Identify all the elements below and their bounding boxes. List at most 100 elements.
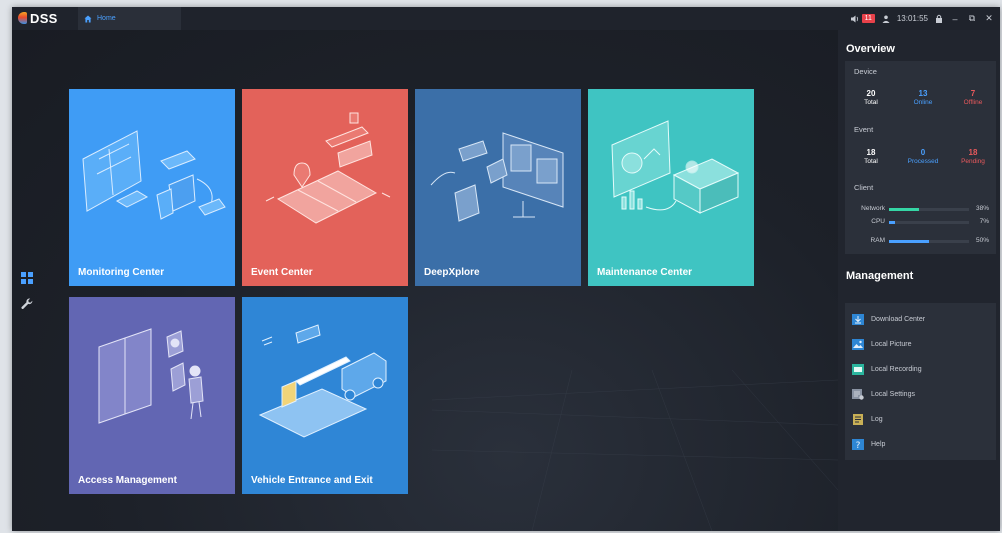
access-illustration-icon	[98, 328, 204, 424]
download-icon	[852, 313, 864, 325]
lock-icon[interactable]	[935, 14, 943, 23]
ram-label: RAM	[870, 237, 885, 244]
cpu-label: CPU	[871, 218, 885, 225]
device-offline-value: 7	[970, 89, 976, 98]
mgmt-item-label: Local Recording	[871, 365, 922, 373]
user-icon[interactable]	[882, 15, 890, 23]
client-title: Client	[854, 183, 874, 192]
main-area: Monitoring Center Event Center DeepXplor…	[12, 30, 838, 531]
event-pending-stat[interactable]: 18 Pending	[953, 148, 993, 165]
tile-label: Monitoring Center	[78, 267, 165, 278]
picture-icon	[852, 338, 864, 350]
overview-box: Device 20 Total 13 Online 7 Offline Even…	[845, 61, 996, 232]
help-icon: ?	[852, 438, 864, 450]
device-total-stat: 20 Total	[851, 89, 891, 106]
management-box: Download Center Local Picture Local Reco…	[845, 303, 996, 460]
svg-text:?: ?	[856, 441, 861, 450]
device-online-stat[interactable]: 13 Online	[903, 89, 943, 106]
titlebar-controls: 11 13:01:55 – ⧉ ✕	[850, 7, 994, 30]
device-title: Device	[854, 67, 877, 76]
tile-deepxplore[interactable]: DeepXplore	[415, 89, 581, 286]
tile-monitoring-center[interactable]: Monitoring Center	[69, 89, 235, 286]
grid-view-icon[interactable]	[21, 272, 33, 284]
tile-label: DeepXplore	[424, 267, 480, 278]
mgmt-item-label: Log	[871, 415, 883, 423]
event-processed-label: Processed	[907, 158, 939, 165]
network-bar	[889, 208, 969, 211]
speaker-icon	[850, 15, 858, 22]
event-total-stat: 18 Total	[851, 148, 891, 165]
restore-icon[interactable]: ⧉	[967, 13, 977, 24]
tile-access-management[interactable]: Access Management	[69, 297, 235, 494]
management-title: Management	[846, 270, 914, 282]
mgmt-item-label: Local Settings	[871, 390, 915, 398]
event-illustration-icon	[265, 112, 391, 224]
event-total-label: Total	[864, 158, 878, 165]
right-panel: Overview Device 20 Total 13 Online 7 Off…	[838, 30, 1000, 531]
ram-bar-fill	[889, 240, 929, 243]
alarm-indicator[interactable]: 11	[850, 14, 875, 23]
device-online-label: Online	[913, 99, 933, 106]
minimize-icon[interactable]: –	[950, 14, 960, 24]
left-sidebar	[12, 30, 42, 531]
event-total-value: 18	[866, 148, 876, 157]
mgmt-item-label: Download Center	[871, 315, 926, 323]
wrench-icon[interactable]	[21, 298, 33, 310]
device-offline-label: Offline	[963, 99, 983, 106]
deepxplore-illustration-icon	[430, 132, 564, 222]
log-icon	[853, 413, 863, 425]
recording-icon	[852, 363, 864, 375]
network-label: Network	[861, 205, 885, 212]
event-processed-stat[interactable]: 0 Processed	[903, 148, 943, 165]
ram-usage-row: RAM 50%	[854, 237, 989, 246]
tile-event-center[interactable]: Event Center	[242, 89, 408, 286]
tile-label: Vehicle Entrance and Exit	[251, 475, 373, 486]
ram-value: 50%	[975, 237, 989, 244]
maintenance-illustration-icon	[611, 120, 740, 214]
tile-vehicle-entrance-exit[interactable]: Vehicle Entrance and Exit	[242, 297, 408, 494]
monitoring-illustration-icon	[82, 130, 226, 220]
tile-maintenance-center[interactable]: Maintenance Center	[588, 89, 754, 286]
close-icon[interactable]: ✕	[984, 13, 994, 24]
tab-home-label: Home	[97, 15, 116, 22]
mgmt-item-label: Help	[871, 440, 886, 448]
home-icon	[84, 15, 92, 22]
network-bar-fill	[889, 208, 920, 211]
cpu-bar	[889, 221, 969, 224]
app-logo: DSS	[18, 10, 58, 26]
mgmt-item-local-picture[interactable]: Local Picture	[852, 336, 911, 352]
logo-text: DSS	[30, 10, 58, 26]
event-pending-label: Pending	[961, 158, 985, 165]
network-usage-row: Network 38%	[854, 205, 989, 214]
device-total-label: Total	[864, 99, 878, 106]
tile-label: Event Center	[251, 267, 313, 278]
tile-label: Maintenance Center	[597, 267, 693, 278]
device-offline-stat[interactable]: 7 Offline	[953, 89, 993, 106]
title-bar: DSS Home 11 13:01:55 – ⧉ ✕	[12, 7, 1000, 30]
cpu-bar-fill	[889, 221, 895, 224]
cpu-value: 7%	[979, 218, 989, 225]
clock-time: 13:01:55	[896, 14, 928, 23]
mgmt-item-local-recording[interactable]: Local Recording	[852, 361, 922, 377]
device-online-value: 13	[918, 89, 928, 98]
cpu-usage-row: CPU 7%	[854, 218, 989, 227]
overview-box-ram: RAM 50%	[845, 232, 996, 254]
tile-label: Access Management	[78, 475, 177, 486]
device-total-value: 20	[866, 89, 876, 98]
ram-bar	[889, 240, 969, 243]
mgmt-item-download-center[interactable]: Download Center	[852, 311, 925, 327]
mgmt-item-help[interactable]: ? Help	[852, 436, 885, 452]
mgmt-item-log[interactable]: Log	[852, 411, 883, 427]
logo-mark-icon	[18, 12, 27, 24]
mgmt-item-local-settings[interactable]: Local Settings	[852, 386, 915, 402]
event-processed-value: 0	[920, 148, 926, 157]
mgmt-item-label: Local Picture	[871, 340, 912, 348]
dss-window: DSS Home 11 13:01:55 – ⧉ ✕ Monitoring Ce…	[12, 7, 1000, 531]
event-title: Event	[854, 125, 874, 134]
overview-title: Overview	[846, 43, 895, 55]
tab-home[interactable]: Home	[78, 7, 181, 30]
event-pending-value: 18	[968, 148, 978, 157]
settings-icon	[852, 388, 864, 400]
network-value: 38%	[975, 205, 989, 212]
alarm-count-badge: 11	[861, 14, 875, 23]
